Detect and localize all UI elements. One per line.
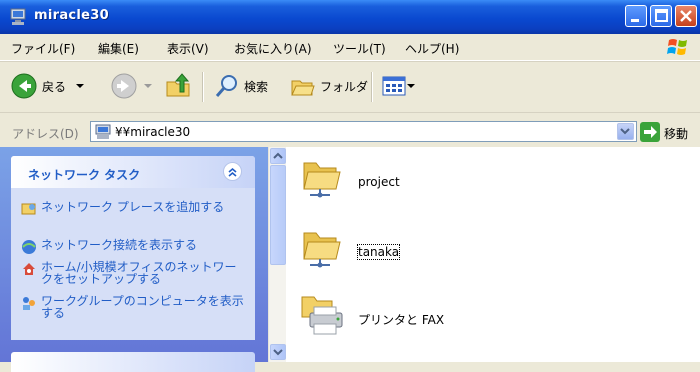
chevron-up-icon (228, 167, 237, 177)
shared-folder-tanaka[interactable]: tanaka (296, 225, 596, 273)
shared-folder-icon (303, 232, 341, 268)
menu-help[interactable]: ヘルプ(H) (405, 40, 459, 57)
network-computer-icon (10, 8, 26, 25)
go-arrow-icon[interactable] (640, 122, 660, 142)
scroll-up-icon (273, 152, 283, 159)
views-button[interactable] (382, 70, 416, 102)
maximize-icon (655, 9, 668, 22)
minimize-icon (631, 19, 639, 22)
menu-view[interactable]: 表示(V) (167, 40, 209, 57)
toolbar-separator (202, 72, 204, 102)
close-button[interactable] (675, 5, 697, 27)
task-add-network-place[interactable]: ネットワーク プレースを追加する (21, 201, 246, 215)
network-tasks-panel: ネットワーク タスク ネットワーク プレースを追加する ネットワーク接続を表示す… (11, 156, 255, 340)
back-dropdown-icon (76, 84, 85, 88)
menu-file[interactable]: ファイル(F) (11, 40, 75, 57)
scroll-thumb[interactable] (270, 165, 286, 265)
network-connections-icon (22, 240, 36, 254)
folders-button[interactable]: フォルダ (290, 70, 368, 102)
network-computer-icon (95, 124, 111, 139)
forward-dropdown-icon (144, 84, 152, 88)
workgroup-icon (23, 297, 35, 310)
title-bar: miracle30 (0, 0, 700, 34)
task-view-network-connections[interactable]: ネットワーク接続を表示する (22, 239, 246, 254)
back-arrow-icon (11, 73, 37, 99)
next-panel-header[interactable] (11, 352, 255, 372)
forward-button[interactable] (110, 70, 156, 102)
address-label: アドレス(D) (12, 127, 79, 141)
menu-favorites[interactable]: お気に入り(A) (234, 40, 312, 57)
panel-header[interactable]: ネットワーク タスク (11, 156, 255, 188)
add-network-place-icon (21, 203, 36, 215)
windows-logo-icon (667, 39, 687, 55)
task-setup-home-network[interactable]: ホーム/小規模オフィスのネットワークをセットアップする (23, 261, 246, 285)
menu-edit[interactable]: 編集(E) (98, 40, 139, 57)
menu-tools[interactable]: ツール(T) (333, 40, 386, 57)
close-icon (680, 10, 692, 22)
up-folder-icon (166, 73, 190, 97)
search-button[interactable]: 検索 (214, 70, 268, 102)
task-view-workgroup-computers[interactable]: ワークグループのコンピュータを表示する (23, 295, 246, 319)
menu-bar: ファイル(F) 編集(E) 表示(V) お気に入り(A) ツール(T) ヘルプ(… (0, 34, 700, 61)
minimize-button[interactable] (625, 5, 647, 27)
toolbar: 戻る 検索 フォルダ (0, 61, 700, 113)
folders-icon (291, 80, 315, 96)
maximize-button[interactable] (650, 5, 672, 27)
task-pane-scrollbar[interactable] (268, 147, 286, 362)
shared-folder-project[interactable]: project (296, 155, 596, 203)
shared-folder-icon (303, 162, 341, 198)
task-pane: ネットワーク タスク ネットワーク プレースを追加する ネットワーク接続を表示す… (0, 147, 268, 372)
collapse-button[interactable] (223, 162, 242, 181)
forward-arrow-icon (111, 73, 137, 99)
file-list: project tanaka プリンタと FAX (286, 147, 700, 362)
views-icon (382, 76, 406, 96)
address-bar: アドレス(D) ¥¥miracle30 移動 (0, 117, 700, 147)
scroll-up-button[interactable] (270, 148, 286, 164)
panel-title: ネットワーク タスク (28, 168, 141, 182)
home-network-icon (23, 263, 35, 275)
address-input[interactable]: ¥¥miracle30 (90, 121, 637, 142)
scroll-down-button[interactable] (270, 344, 286, 360)
up-folder-button[interactable] (164, 70, 192, 102)
chevron-down-icon (620, 128, 630, 135)
printers-and-faxes[interactable]: プリンタと FAX (296, 291, 596, 339)
views-dropdown-icon (407, 84, 415, 88)
scroll-down-icon (273, 349, 283, 356)
go-button[interactable]: 移動 (664, 125, 688, 142)
toolbar-separator (371, 72, 373, 102)
back-button[interactable]: 戻る (10, 70, 88, 102)
search-icon (215, 75, 237, 97)
window-title: miracle30 (34, 8, 109, 23)
printer-fax-icon (301, 296, 343, 335)
address-dropdown-button[interactable] (617, 123, 634, 140)
